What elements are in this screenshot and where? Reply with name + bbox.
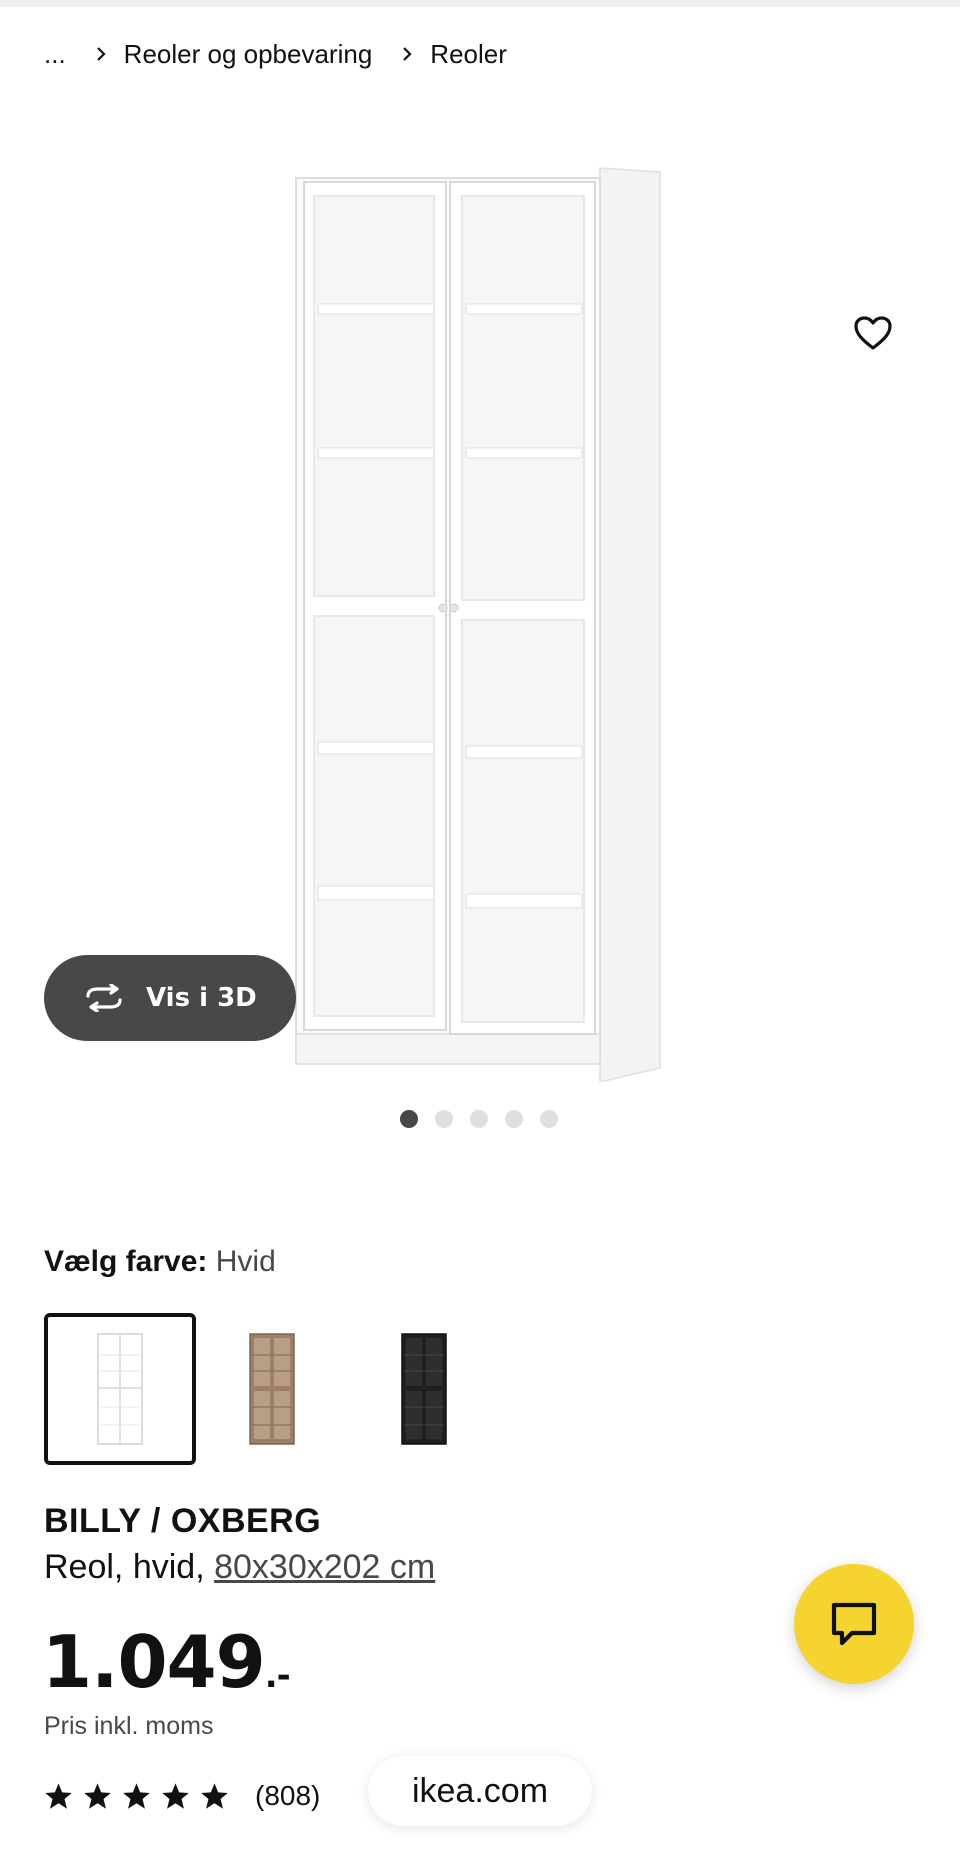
price-note: Pris inkl. moms xyxy=(44,1712,214,1740)
product-image[interactable] xyxy=(290,142,710,1082)
gallery-dot-3[interactable] xyxy=(470,1110,488,1128)
chat-bubble-icon xyxy=(831,1602,877,1646)
chat-button[interactable] xyxy=(794,1564,914,1684)
favorite-button[interactable] xyxy=(846,306,900,360)
breadcrumb-item-reoler-og-opbevaring[interactable]: Reoler og opbevaring xyxy=(124,39,373,70)
star-icon xyxy=(123,1783,150,1809)
color-swatch-brown[interactable] xyxy=(196,1313,348,1465)
star-icon xyxy=(84,1783,111,1809)
price-main: 1.049 xyxy=(42,1620,266,1704)
rotate-3d-icon xyxy=(86,984,122,1012)
star-icon xyxy=(201,1783,228,1809)
price-suffix: .- xyxy=(264,1656,291,1696)
product-description-text: Reol, hvid, xyxy=(44,1548,205,1586)
view-in-3d-label: Vis i 3D xyxy=(146,983,257,1013)
gallery-pagination xyxy=(400,1110,558,1128)
star-icon xyxy=(162,1783,189,1809)
gallery-dot-2[interactable] xyxy=(435,1110,453,1128)
browser-url-pill[interactable]: ikea.com xyxy=(368,1756,592,1826)
breadcrumb: ... Reoler og opbevaring Reoler xyxy=(44,36,507,72)
review-count: (808) xyxy=(255,1780,321,1811)
browser-url: ikea.com xyxy=(411,1771,549,1810)
product-description: Reol, hvid, 80x30x202 cm xyxy=(44,1548,435,1587)
color-swatches xyxy=(44,1313,500,1465)
product-dimensions-link[interactable]: 80x30x202 cm xyxy=(214,1548,435,1586)
view-in-3d-button[interactable]: Vis i 3D xyxy=(44,955,296,1041)
product-rating[interactable]: (808) xyxy=(44,1780,320,1812)
color-select-label: Vælg farve: xyxy=(44,1245,208,1278)
gallery-dot-4[interactable] xyxy=(505,1110,523,1128)
top-strip xyxy=(0,0,960,7)
breadcrumb-ellipsis[interactable]: ... xyxy=(44,39,66,70)
product-price: 1.049.- xyxy=(42,1620,291,1704)
color-swatch-white[interactable] xyxy=(44,1313,196,1465)
gallery-dot-5[interactable] xyxy=(540,1110,558,1128)
chevron-right-icon xyxy=(402,46,412,62)
swatch-white-image xyxy=(97,1333,143,1445)
color-select-value: Hvid xyxy=(215,1245,276,1278)
star-icon xyxy=(45,1783,72,1809)
gallery-dot-1[interactable] xyxy=(400,1110,418,1128)
color-swatch-black[interactable] xyxy=(348,1313,500,1465)
chevron-right-icon xyxy=(96,46,106,62)
product-gallery[interactable] xyxy=(0,120,960,1082)
color-select-heading: Vælg farve: Hvid xyxy=(44,1245,276,1279)
swatch-brown-image xyxy=(249,1333,295,1445)
swatch-black-image xyxy=(401,1333,447,1445)
product-name: BILLY / OXBERG xyxy=(44,1502,322,1540)
breadcrumb-item-reoler[interactable]: Reoler xyxy=(430,39,507,70)
rating-stars xyxy=(44,1782,229,1810)
heart-outline-icon xyxy=(854,316,892,350)
